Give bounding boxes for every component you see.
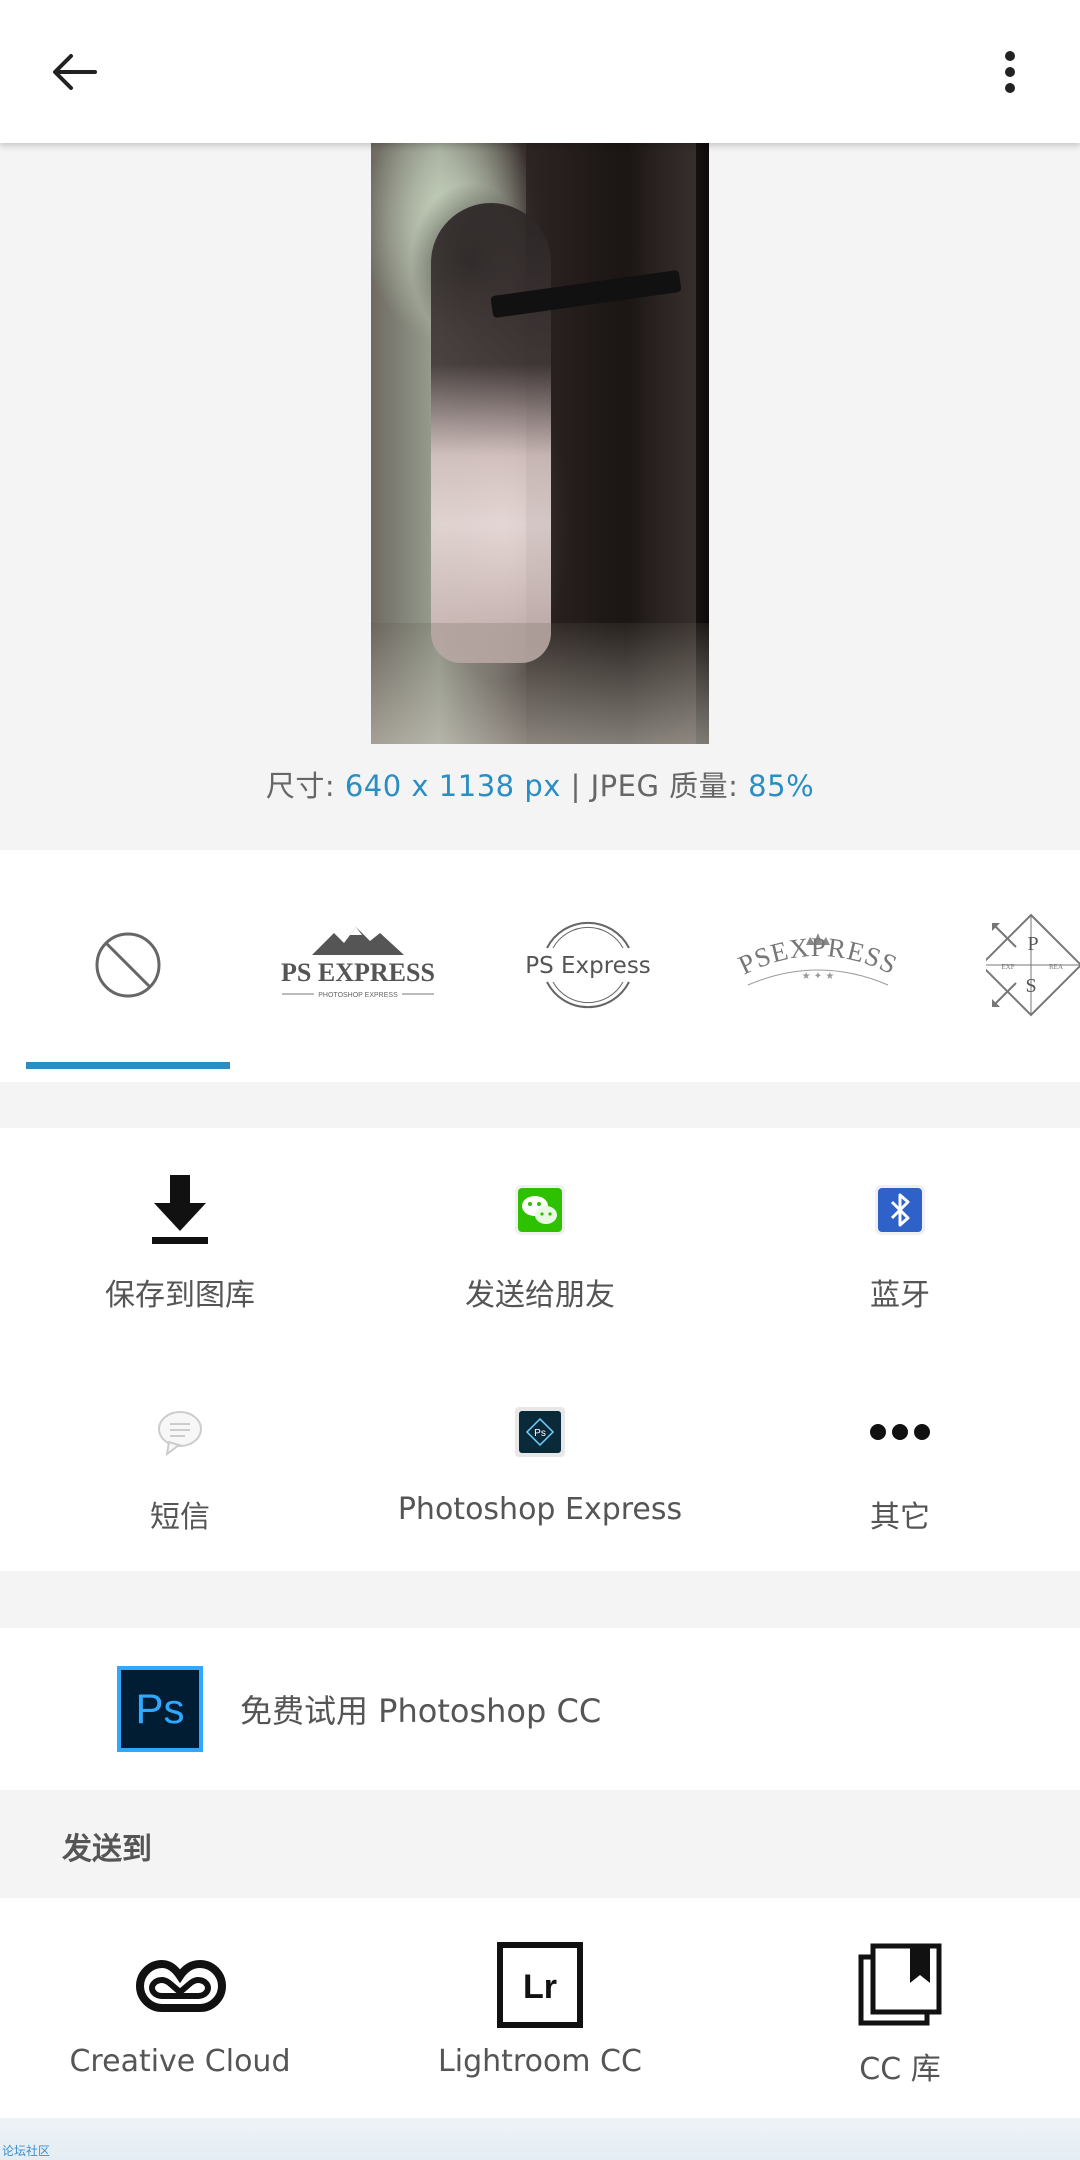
arrow-left-icon bbox=[53, 54, 97, 90]
quality-label: JPEG 质量: bbox=[590, 769, 739, 803]
creative-cloud-button[interactable]: Creative Cloud bbox=[0, 1898, 360, 2118]
ps-express-share-button[interactable]: Ps Photoshop Express bbox=[360, 1350, 720, 1550]
wm4-letter-s: S bbox=[1025, 975, 1036, 997]
no-watermark-icon bbox=[95, 932, 161, 998]
ps-express-share-label: Photoshop Express bbox=[397, 1492, 683, 1527]
message-icon bbox=[158, 1411, 202, 1457]
ps-diamond-logo: P S EXP REA bbox=[986, 913, 1080, 1017]
size-label: 尺寸: bbox=[265, 769, 336, 803]
ps-express-icon: Ps bbox=[515, 1407, 565, 1457]
more-horizontal-icon bbox=[870, 1424, 930, 1440]
bottom-strip: 论坛社区 bbox=[0, 2118, 1080, 2160]
photo-preview[interactable] bbox=[371, 143, 709, 744]
quality-value: 85% bbox=[748, 769, 815, 803]
download-icon bbox=[152, 1175, 208, 1244]
send-to-friend-label: 发送给朋友 bbox=[465, 1278, 615, 1313]
wechat-icon bbox=[515, 1185, 565, 1235]
share-actions: 保存到图库 发送给朋友 蓝牙 短信 Ps Photoshop Express 其… bbox=[0, 1128, 1080, 1571]
cc-libraries-label: CC 库 bbox=[859, 2052, 941, 2087]
ps-express-mountain-logo: PS EXPRESS PHOTOSHOP EXPRESS bbox=[281, 927, 435, 999]
cc-libraries-button[interactable]: CC 库 bbox=[720, 1898, 1080, 2118]
wm4-side-right: REA bbox=[1049, 963, 1063, 971]
creative-cloud-icon bbox=[135, 1959, 227, 2012]
watermark-selection-indicator bbox=[26, 1062, 230, 1069]
other-share-label: 其它 bbox=[870, 1500, 930, 1535]
bluetooth-button[interactable]: 蓝牙 bbox=[720, 1128, 1080, 1328]
sms-label: 短信 bbox=[150, 1500, 210, 1535]
save-to-gallery-label: 保存到图库 bbox=[105, 1278, 255, 1313]
psexpress-crown-logo: PSEXPRESS ★ ✦ ★ bbox=[734, 932, 901, 986]
sms-button[interactable]: 短信 bbox=[0, 1350, 360, 1550]
svg-text:★ ✦ ★: ★ ✦ ★ bbox=[802, 971, 835, 982]
watermark-option-ps-express-circle[interactable]: PS Express bbox=[486, 890, 690, 1040]
lightroom-cc-button[interactable]: Lr Lightroom CC bbox=[360, 1898, 720, 2118]
creative-cloud-label: Creative Cloud bbox=[69, 2044, 291, 2079]
lightroom-cc-label: Lightroom CC bbox=[438, 2044, 642, 2079]
watermark-picker: PS EXPRESS PHOTOSHOP EXPRESS PS Express … bbox=[0, 850, 1080, 1082]
watermark-option-psexpress-crown[interactable]: PSEXPRESS ★ ✦ ★ bbox=[716, 890, 920, 1040]
photoshop-cc-trial-row[interactable]: Ps 免费试用 Photoshop CC bbox=[0, 1628, 1080, 1790]
app-bar bbox=[0, 0, 1080, 143]
preview-area: 尺寸: 640 x 1138 px | JPEG 质量: 85% bbox=[0, 143, 1080, 850]
more-options-button[interactable] bbox=[980, 42, 1040, 102]
wm4-side-left: EXP bbox=[1001, 963, 1014, 971]
ps-express-circle-logo: PS Express bbox=[525, 921, 651, 1009]
photoshop-cc-icon: Ps bbox=[117, 1666, 203, 1752]
photoshop-cc-trial-label: 免费试用 Photoshop CC bbox=[240, 1692, 602, 1730]
wm1-subtitle: PHOTOSHOP EXPRESS bbox=[318, 992, 398, 999]
wm2-title: PS Express bbox=[525, 953, 651, 979]
ps-express-icon-text: Ps bbox=[534, 1428, 546, 1439]
watermark-option-none[interactable] bbox=[26, 890, 230, 1040]
lightroom-icon: Lr bbox=[497, 1942, 583, 2028]
wm1-title: PS EXPRESS bbox=[281, 958, 435, 987]
info-separator: | bbox=[570, 769, 581, 803]
watermark-option-ps-diamond[interactable]: P S EXP REA bbox=[986, 890, 1080, 1040]
photo-figure bbox=[431, 203, 551, 663]
other-share-button[interactable]: 其它 bbox=[720, 1350, 1080, 1550]
photo-floor bbox=[371, 623, 709, 744]
bluetooth-icon bbox=[875, 1185, 925, 1235]
watermark-option-ps-express-mountain[interactable]: PS EXPRESS PHOTOSHOP EXPRESS bbox=[256, 890, 460, 1040]
size-value: 640 x 1138 px bbox=[344, 769, 561, 803]
send-to-friend-button[interactable]: 发送给朋友 bbox=[360, 1128, 720, 1328]
bottom-tag: 论坛社区 bbox=[2, 2144, 51, 2158]
back-button[interactable] bbox=[44, 42, 104, 102]
lightroom-icon-text: Lr bbox=[523, 1968, 557, 2006]
image-info: 尺寸: 640 x 1138 px | JPEG 质量: 85% bbox=[0, 763, 1080, 805]
cc-libraries-icon bbox=[858, 1943, 942, 2026]
send-to-header: 发送到 bbox=[62, 1832, 152, 1867]
bluetooth-label: 蓝牙 bbox=[870, 1278, 930, 1313]
wm4-letter-p: P bbox=[1027, 933, 1038, 955]
save-to-gallery-button[interactable]: 保存到图库 bbox=[0, 1128, 360, 1328]
send-to-targets: Creative Cloud Lr Lightroom CC CC 库 bbox=[0, 1898, 1080, 2118]
more-vertical-icon bbox=[1005, 51, 1015, 93]
